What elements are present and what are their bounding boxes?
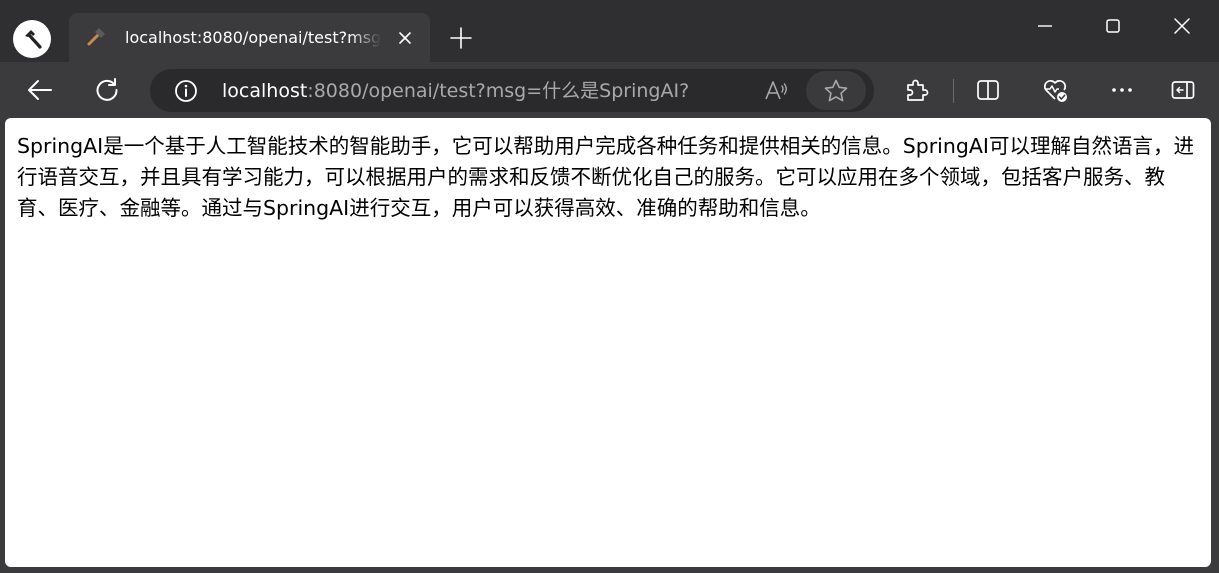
info-icon — [175, 80, 197, 102]
maximize-icon — [1106, 19, 1120, 33]
toolbar-separator — [953, 79, 954, 103]
app-icon[interactable] — [13, 20, 51, 58]
heart-pulse-icon — [1043, 79, 1067, 102]
sidebar-button[interactable] — [1165, 72, 1201, 108]
close-icon — [1174, 18, 1190, 34]
read-aloud-icon — [765, 81, 787, 100]
url-host: localhost — [222, 80, 308, 102]
hammer-icon — [87, 28, 105, 46]
browser-toolbar: localhost:8080/openai/test?msg=什么是Spring… — [0, 62, 1219, 118]
close-icon — [399, 32, 411, 44]
extensions-button[interactable] — [898, 72, 934, 108]
active-tab[interactable]: localhost:8080/openai/test?msg=什么是Spring… — [69, 13, 430, 62]
response-text: SpringAI是一个基于人工智能技术的智能助手，它可以帮助用户完成各种任务和提… — [17, 134, 1194, 220]
tab-favicon — [85, 26, 107, 48]
read-aloud-button[interactable] — [763, 78, 789, 104]
title-bar: localhost:8080/openai/test?msg=什么是Spring… — [0, 0, 1219, 62]
split-screen-icon — [977, 80, 999, 100]
refresh-icon — [96, 78, 118, 101]
split-screen-button[interactable] — [970, 72, 1006, 108]
sidebar-icon — [1171, 81, 1195, 99]
page-content: SpringAI是一个基于人工智能技术的智能助手，它可以帮助用户完成各种任务和提… — [5, 118, 1211, 567]
address-bar[interactable]: localhost:8080/openai/test?msg=什么是Spring… — [150, 69, 874, 112]
browser-essentials-button[interactable] — [1037, 72, 1073, 108]
browser-window: localhost:8080/openai/test?msg=什么是Spring… — [0, 0, 1219, 573]
new-tab-button[interactable] — [446, 23, 476, 53]
puzzle-icon — [907, 79, 929, 101]
maximize-button[interactable] — [1095, 8, 1131, 44]
star-icon — [824, 79, 848, 101]
hammer-icon — [25, 30, 42, 49]
close-tab-button[interactable] — [395, 28, 415, 48]
arrow-left-icon — [28, 80, 52, 100]
more-button[interactable] — [1104, 72, 1140, 108]
back-button[interactable] — [22, 72, 58, 108]
tab-title: localhost:8080/openai/test?msg=什么是Spring… — [125, 28, 381, 47]
refresh-button[interactable] — [89, 72, 125, 108]
plus-icon — [450, 27, 472, 49]
url-path: :8080/openai/test?msg=什么是SpringAI? — [307, 80, 690, 102]
more-icon — [1112, 88, 1132, 92]
site-info-button[interactable] — [174, 79, 198, 103]
minimize-icon — [1038, 25, 1052, 27]
favorite-button[interactable] — [806, 71, 866, 110]
minimize-button[interactable] — [1027, 8, 1063, 44]
url-text[interactable]: localhost:8080/openai/test?msg=什么是Spring… — [222, 78, 689, 104]
close-window-button[interactable] — [1164, 8, 1200, 44]
